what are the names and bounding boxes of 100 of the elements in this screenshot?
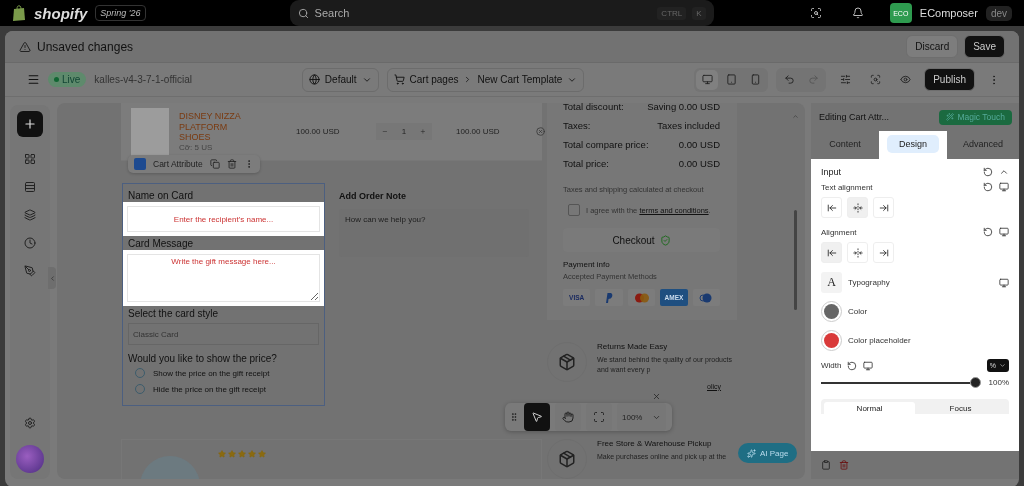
publish-button[interactable]: Publish (924, 68, 975, 91)
align-right-icon (878, 202, 889, 213)
unit-price: 100.00 USD (296, 127, 341, 136)
reset-icon[interactable] (983, 227, 993, 237)
summary-value: 0.00 USD (678, 139, 720, 150)
history-icon[interactable] (24, 237, 36, 249)
pointer-icon (531, 411, 543, 423)
account-badge: dev (985, 5, 1012, 21)
state-tab[interactable]: Focus (915, 402, 1006, 414)
message-field[interactable]: Write the gift message here... (127, 254, 320, 302)
align-left-button[interactable] (821, 197, 842, 218)
align-left-icon (826, 202, 837, 213)
desktop-icon[interactable] (999, 227, 1009, 237)
input-field[interactable]: Enter the recipient's name... (127, 206, 320, 232)
plus-icon (23, 117, 37, 131)
quantity-stepper[interactable]: 1 (376, 123, 432, 140)
setting-label: Alignment (821, 227, 857, 237)
delete-icon[interactable] (226, 159, 237, 169)
assistant-orb[interactable] (16, 444, 44, 473)
sections-icon[interactable] (24, 181, 36, 193)
brand-name: shopify (34, 4, 88, 22)
collapse-icon[interactable] (999, 167, 1009, 177)
panel-tab[interactable]: Design (879, 131, 947, 159)
scrollbar-thumb[interactable] (793, 210, 797, 310)
pen-icon[interactable] (24, 265, 36, 277)
locale-dropdown[interactable]: Default (301, 67, 379, 92)
star-icon (218, 449, 226, 458)
hand-icon (562, 411, 574, 423)
typography-button[interactable]: A (821, 272, 842, 293)
element-icon (134, 158, 146, 170)
desktop-icon[interactable] (999, 182, 1009, 192)
reset-icon[interactable] (983, 182, 993, 192)
desktop-view-button[interactable] (696, 69, 719, 90)
star-icon (228, 449, 236, 458)
collapse-handle[interactable] (48, 267, 56, 289)
summary-label: Total discount: (563, 103, 624, 112)
state-tab[interactable]: Normal (824, 402, 915, 414)
chevron-left-icon (48, 274, 56, 282)
fit-icon (593, 411, 605, 423)
close-button[interactable] (652, 392, 661, 401)
shield-check-icon (659, 234, 671, 246)
summary-value: 0.00 USD (678, 158, 720, 169)
layout-icon[interactable] (24, 153, 36, 165)
element-name: Cart Attribute (153, 159, 203, 169)
card-logo (692, 289, 721, 306)
align-right-button[interactable] (873, 242, 894, 263)
shortcut-key: CTRL (657, 6, 687, 20)
settings-icon[interactable] (24, 416, 36, 429)
breadcrumb-item: Cart pages (409, 74, 459, 85)
align-center-button[interactable] (847, 242, 868, 263)
setting-label: Text alignment (821, 182, 873, 192)
width-value: 100% (988, 378, 1009, 387)
reset-icon[interactable] (847, 360, 858, 371)
sliders-icon (839, 74, 851, 85)
align-center-button[interactable] (847, 197, 868, 218)
globe-icon (308, 74, 320, 85)
panel-tab[interactable]: Advanced (946, 131, 1019, 159)
desktop-icon[interactable] (863, 360, 874, 371)
add-button[interactable] (17, 111, 43, 137)
paypal-logo (595, 289, 623, 306)
align-center-icon (852, 202, 863, 213)
product-name: DISNEY NIZZA PLATFORM SHOES (179, 111, 242, 143)
terms-checkbox[interactable] (568, 204, 580, 216)
notification-icon[interactable] (851, 7, 864, 19)
remove-icon[interactable] (536, 127, 545, 136)
radio-option[interactable]: Hide the price on the gift receipt (123, 381, 324, 397)
discard-button[interactable]: Discard (906, 35, 959, 58)
align-center-icon (852, 247, 863, 258)
clipboard-icon[interactable] (821, 459, 831, 470)
field-label: Select the card style (127, 308, 220, 319)
order-note-title: Add Order Note (339, 191, 407, 201)
align-left-button[interactable] (821, 242, 842, 263)
magic-touch-button[interactable]: Magic Touch (939, 109, 1012, 125)
slider-thumb[interactable] (969, 377, 981, 388)
feature-title: Returns Made Easy (597, 342, 669, 351)
radio-option[interactable]: Show the price on the gift receipt (123, 365, 324, 381)
desktop-icon[interactable] (999, 277, 1009, 288)
breadcrumb-item: New Cart Template (477, 74, 563, 85)
layers-icon[interactable] (24, 209, 36, 221)
duplicate-icon[interactable] (209, 159, 220, 169)
delete-icon[interactable] (839, 459, 849, 470)
summary-label: Taxes: (563, 120, 591, 131)
save-button[interactable]: Save (964, 35, 1005, 58)
line-total: 100.00 USD (456, 127, 501, 136)
panel-title: Editing Cart Attr... (819, 112, 890, 122)
unsaved-message: Unsaved changes (37, 39, 134, 54)
panel-tab[interactable]: Content (811, 131, 879, 159)
summary-label: Total price: (563, 158, 609, 169)
pointer-tool-button[interactable] (524, 403, 550, 431)
menu-icon[interactable] (27, 73, 40, 86)
drag-handle-icon[interactable] (509, 412, 519, 422)
search-field[interactable]: Search CTRL K (289, 0, 714, 26)
align-right-icon (878, 247, 889, 258)
align-right-button[interactable] (873, 197, 894, 218)
reset-icon[interactable] (983, 167, 993, 177)
page-dropdown[interactable]: Cart pages New Cart Template (386, 67, 585, 92)
product-photo (131, 107, 169, 156)
minus-icon (382, 128, 388, 135)
ai-page-button[interactable]: AI Page (738, 443, 798, 463)
zoom-dropdown[interactable]: 100% (617, 403, 667, 431)
